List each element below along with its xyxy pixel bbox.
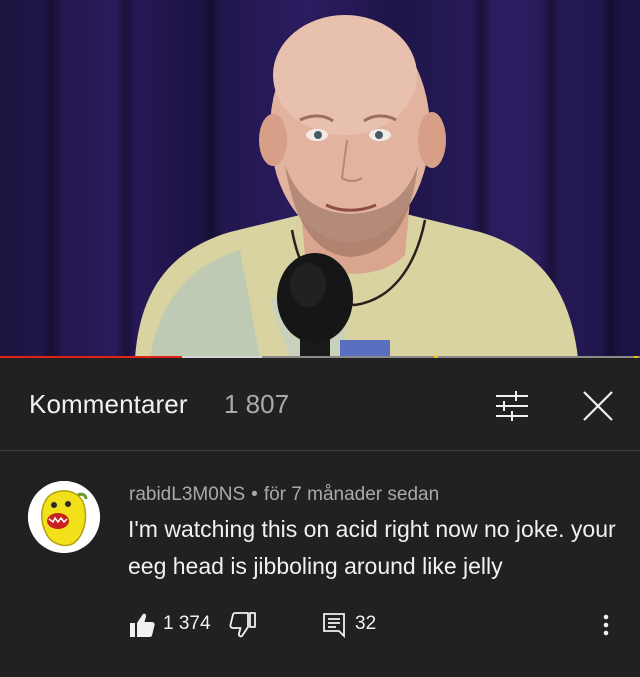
video-frame-person bbox=[135, 15, 578, 358]
progress-played bbox=[0, 356, 183, 358]
comment-actions: 1 374 32 bbox=[0, 606, 640, 646]
like-count: 1 374 bbox=[163, 613, 211, 634]
meta-separator: • bbox=[251, 484, 258, 505]
sort-comments-button[interactable] bbox=[490, 384, 534, 428]
comment-author[interactable]: rabidL3M0NS bbox=[129, 484, 245, 505]
comments-title: Kommentarer bbox=[29, 389, 188, 419]
progress-chapter-marker bbox=[434, 356, 438, 358]
close-icon bbox=[583, 391, 613, 421]
reply-count[interactable]: 32 bbox=[355, 613, 376, 635]
comments-header: Kommentarer 1 807 bbox=[0, 360, 640, 451]
comment-text: I'm watching this on acid right now no j… bbox=[128, 516, 616, 579]
video-player[interactable] bbox=[0, 0, 640, 358]
lemon-avatar-icon bbox=[28, 481, 100, 553]
progress-buffer bbox=[182, 356, 262, 358]
thumbs-down-icon[interactable] bbox=[229, 611, 257, 639]
progress-chapter-marker bbox=[634, 356, 638, 358]
comments-count: 1 807 bbox=[224, 389, 290, 419]
thumbs-up-icon[interactable] bbox=[128, 611, 156, 639]
close-comments-button[interactable] bbox=[576, 384, 620, 428]
progress-bar[interactable] bbox=[0, 356, 640, 358]
sort-filter-icon bbox=[496, 391, 528, 421]
comment-item: rabidL3M0NS • för 7 månader sedan I'm watc… bbox=[0, 451, 640, 677]
reply-icon[interactable] bbox=[321, 611, 347, 639]
avatar[interactable] bbox=[28, 481, 100, 553]
comment-meta: rabidL3M0NS • för 7 månader sedan bbox=[129, 484, 439, 506]
comment-timestamp[interactable]: för 7 månader sedan bbox=[264, 484, 439, 505]
more-vert-icon[interactable] bbox=[596, 609, 616, 641]
